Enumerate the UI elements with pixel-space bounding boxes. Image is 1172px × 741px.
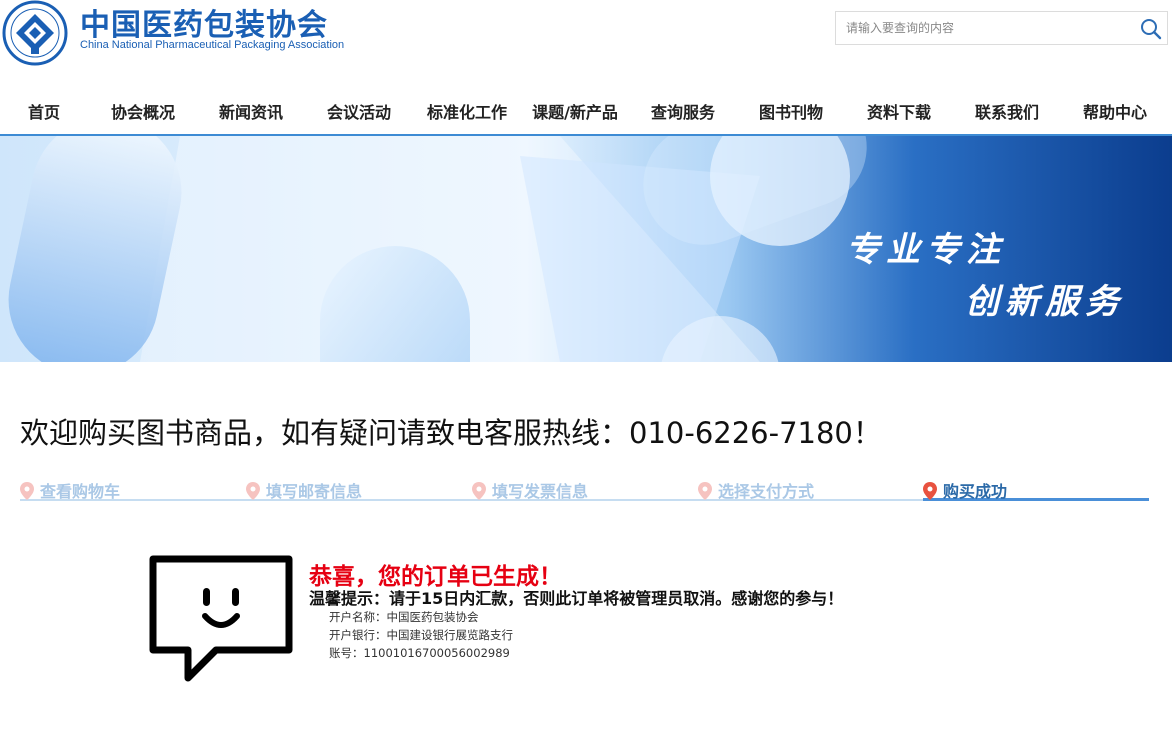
step-invoice-info: 填写发票信息 [472, 478, 588, 502]
nav-publications[interactable]: 图书刊物 [759, 99, 823, 123]
nav-help[interactable]: 帮助中心 [1083, 99, 1147, 123]
site-title: 中国医药包装协会 [80, 8, 328, 43]
smile-chat-icon [149, 555, 293, 682]
bank-name: 开户银行：中国建设银行展览路支行 [329, 628, 513, 642]
step-label: 购买成功 [943, 482, 1008, 501]
site-header: 中国医药包装协会 China National Pharmaceutical P… [0, 0, 1172, 84]
search-box [835, 11, 1168, 45]
account-number: 账号：11001016700056002989 [329, 646, 510, 660]
welcome-message: 欢迎购买图书商品，如有疑问请致电客服热线：010-6226-7180！ [20, 416, 882, 450]
step-label: 填写邮寄信息 [266, 482, 363, 501]
account-name: 开户名称：中国医药包装协会 [329, 610, 479, 624]
nav-downloads[interactable]: 资料下载 [867, 99, 931, 123]
location-pin-icon [20, 482, 34, 500]
checkout-steps: 查看购物车 填写邮寄信息 填写发票信息 选择支付方式 购买成功 [20, 476, 1149, 502]
step-label: 选择支付方式 [718, 482, 815, 501]
search-icon[interactable] [1139, 17, 1163, 41]
nav-contact[interactable]: 联系我们 [975, 99, 1039, 123]
association-logo[interactable] [0, 0, 74, 66]
step-label: 填写发票信息 [492, 482, 589, 501]
banner-slogan-2: 创新服务 [965, 282, 1125, 322]
location-pin-icon [698, 482, 712, 500]
location-pin-icon [246, 482, 260, 500]
nav-projects[interactable]: 课题/新产品 [532, 99, 618, 123]
hero-banner[interactable]: 专业专注 创新服务 [0, 136, 1172, 362]
location-pin-icon [472, 482, 486, 500]
nav-query[interactable]: 查询服务 [651, 99, 715, 123]
step-shipping-info: 填写邮寄信息 [246, 478, 362, 502]
location-pin-icon [923, 482, 937, 500]
site-subtitle: China National Pharmaceutical Packaging … [80, 39, 345, 51]
nav-standards[interactable]: 标准化工作 [427, 99, 507, 123]
nav-events[interactable]: 会议活动 [327, 99, 391, 123]
step-view-cart: 查看购物车 [20, 478, 120, 502]
step-label: 查看购物车 [40, 482, 121, 501]
nav-about[interactable]: 协会概况 [111, 99, 175, 123]
payment-reminder: 温馨提示：请于15日内汇款，否则此订单将被管理员取消。感谢您的参与！ [309, 589, 844, 608]
nav-news[interactable]: 新闻资讯 [219, 99, 283, 123]
nav-home[interactable]: 首页 [28, 99, 60, 123]
banner-slogan-1: 专业专注 [846, 230, 1006, 270]
step-payment-method: 选择支付方式 [698, 478, 814, 502]
step-purchase-success: 购买成功 [923, 478, 1007, 502]
search-input[interactable] [836, 12, 1146, 44]
main-nav: 首页 协会概况 新闻资讯 会议活动 标准化工作 课题/新产品 查询服务 图书刊物… [0, 84, 1172, 136]
